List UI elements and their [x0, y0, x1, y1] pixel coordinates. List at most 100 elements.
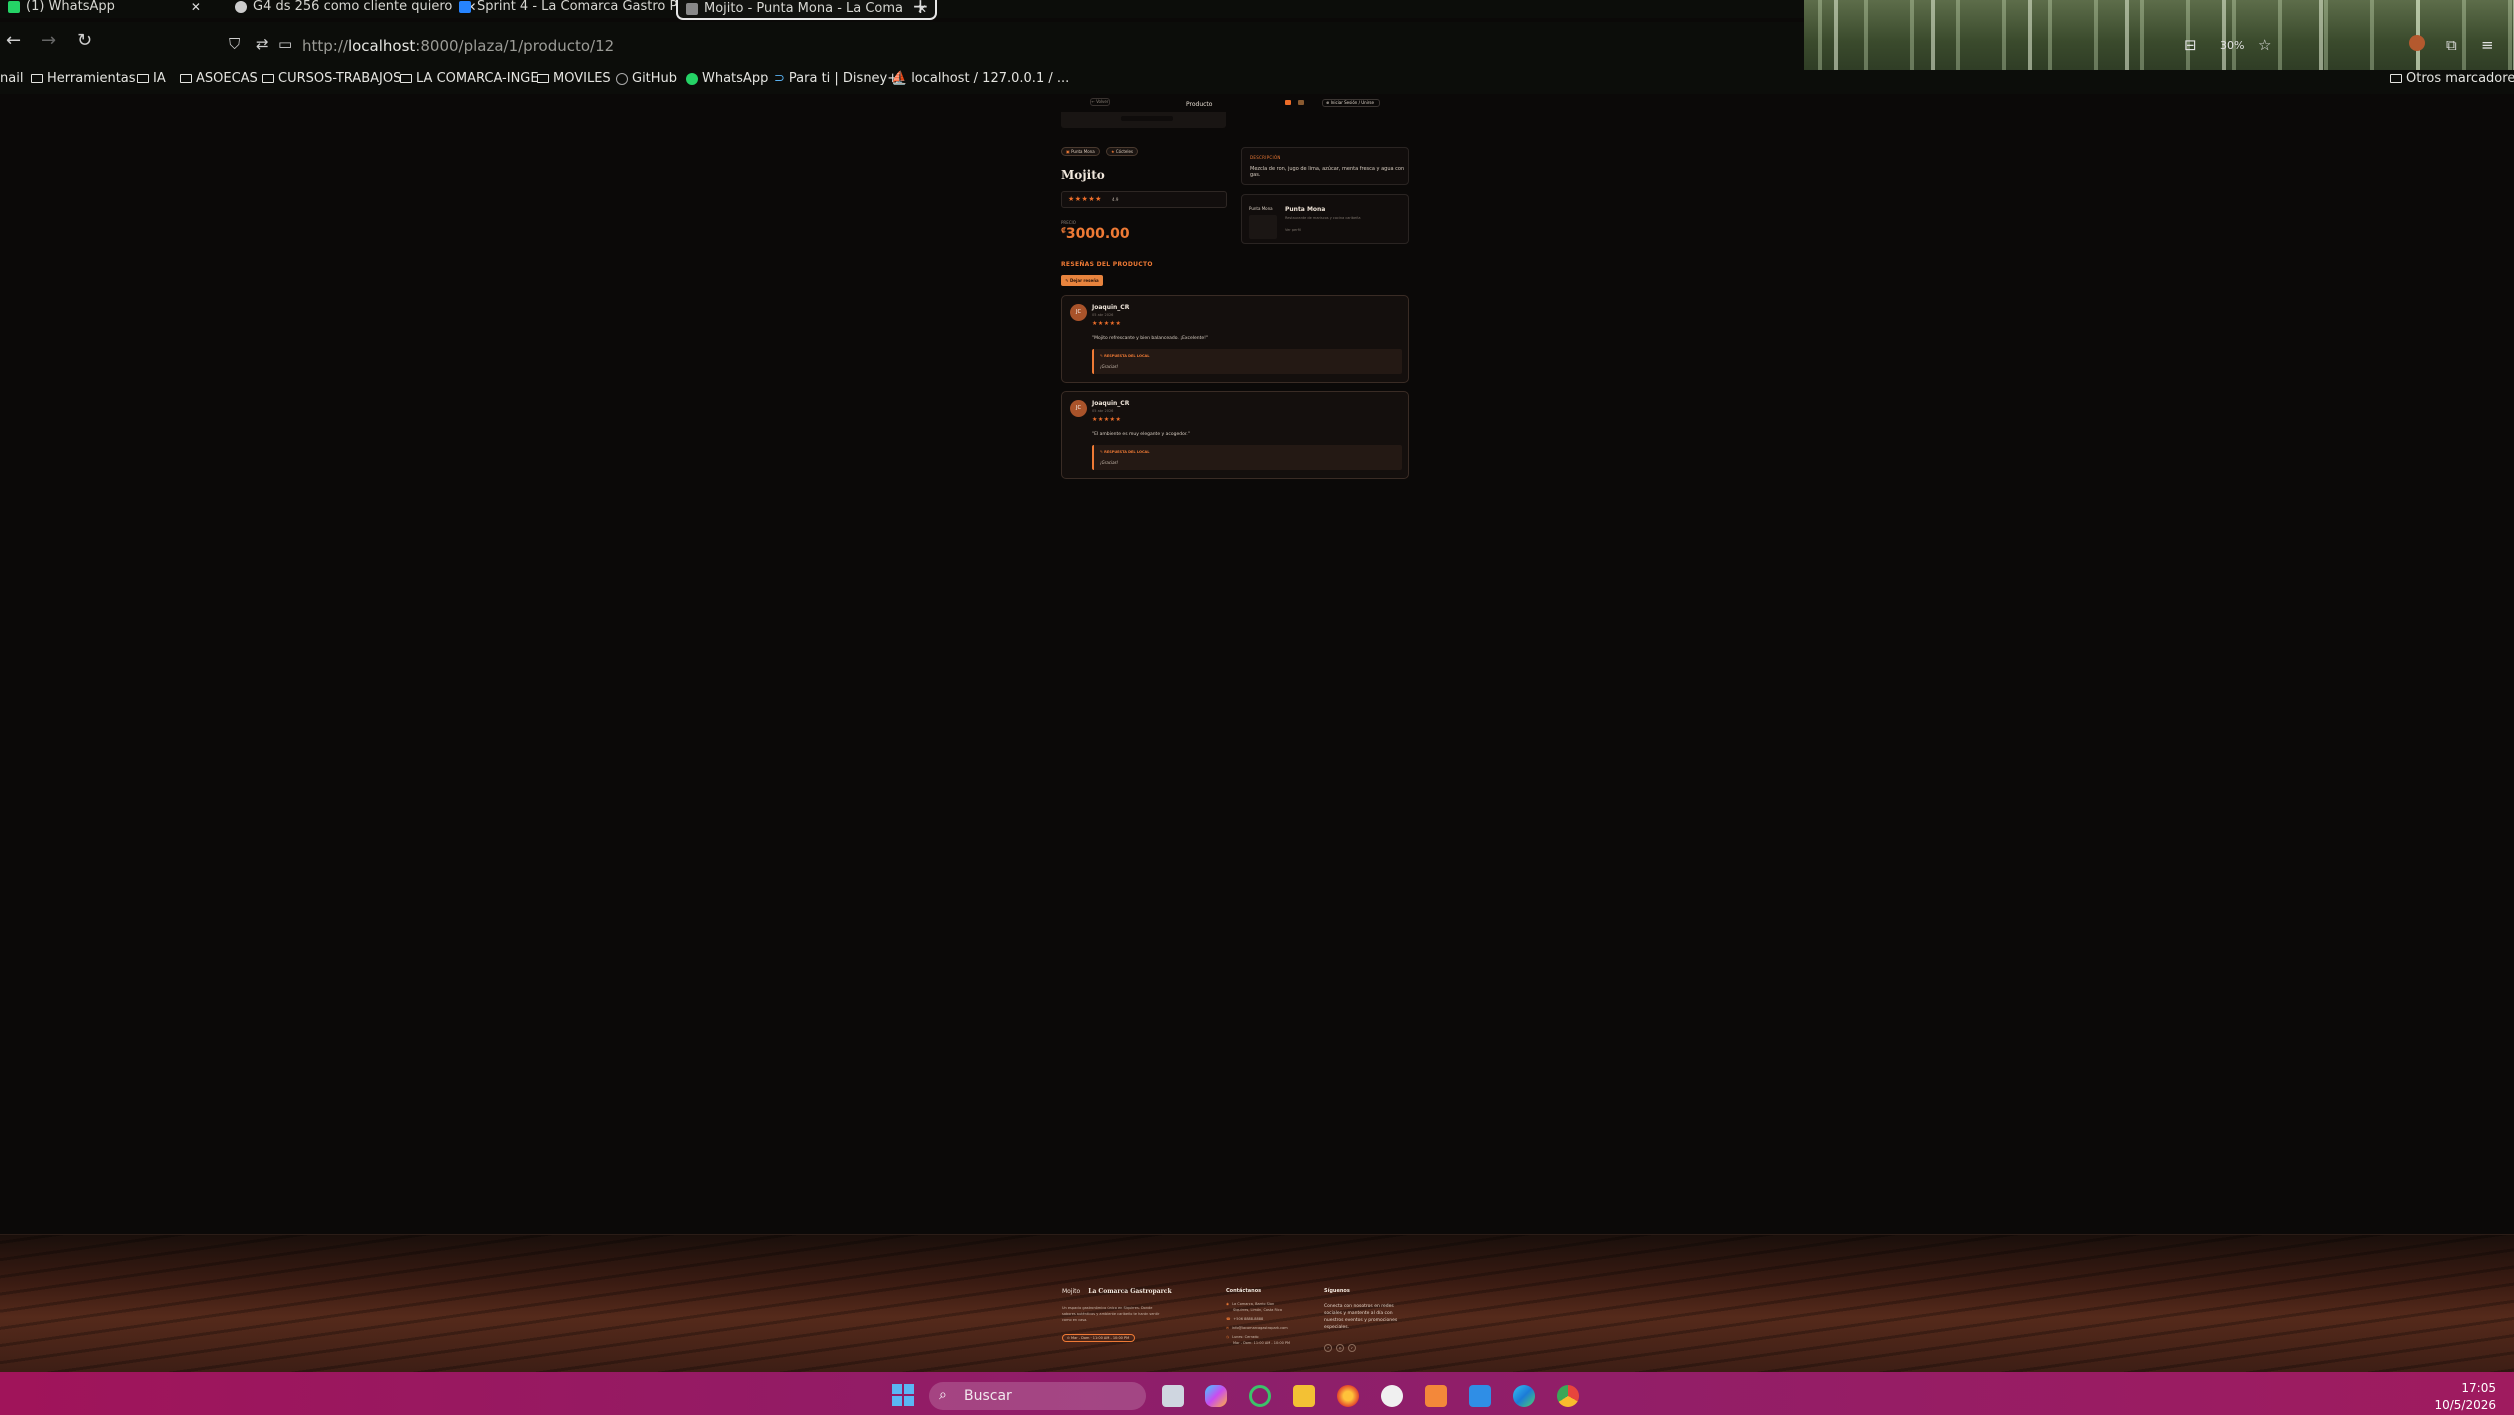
github-icon	[616, 72, 628, 85]
tab-github[interactable]: G4 ds 256 como cliente quiero ✕	[235, 0, 476, 14]
bookmark-other[interactable]: Otros marcadores	[2390, 71, 2514, 86]
windows-start-icon[interactable]	[892, 1384, 914, 1406]
review-date: 05 abr 2026	[1092, 313, 1114, 317]
phone-icon: ☎	[1226, 1317, 1231, 1321]
chrome-icon[interactable]	[1557, 1385, 1579, 1407]
review-date: 05 abr 2026	[1092, 409, 1114, 413]
new-tab-button[interactable]: +	[912, 0, 929, 18]
bookmark-label: GitHub	[632, 71, 678, 86]
product-name: Mojito	[1061, 168, 1105, 182]
folder-icon	[400, 74, 412, 83]
footer-contact-title: Contáctanos	[1226, 1288, 1262, 1294]
page-title: Producto	[1186, 101, 1213, 108]
copilot-icon[interactable]	[1205, 1385, 1227, 1407]
contact-line[interactable]: ☎ +506 8888-8888	[1226, 1317, 1263, 1321]
bookmark-mail[interactable]: nail	[0, 71, 23, 86]
address-bar[interactable]: http://localhost:8000/plaza/1/producto/1…	[302, 37, 614, 55]
url-path: :8000/plaza/1/producto/12	[415, 37, 615, 55]
back-button[interactable]: ← Volver	[1090, 98, 1110, 106]
chip-label: Cócteles	[1115, 149, 1133, 154]
navigation-bar	[0, 22, 1804, 70]
facebook-icon[interactable]: f	[1324, 1344, 1332, 1352]
bookmark-ia[interactable]: IA	[137, 71, 166, 86]
system-clock[interactable]: 17:05 10/5/2026	[2434, 1380, 2496, 1414]
forward-arrow-icon[interactable]: →	[41, 30, 56, 51]
reply-text: ¡Gracias!	[1100, 364, 1119, 369]
bookmark-herramientas[interactable]: Herramientas	[31, 71, 136, 86]
xbox-icon[interactable]	[1249, 1385, 1271, 1407]
menu-icon[interactable]: ≡	[2481, 36, 2494, 54]
reviews-title: RESEÑAS DEL PRODUCTO	[1061, 261, 1153, 268]
contact-text: Siquirres, Limón, Costa Rica	[1233, 1308, 1282, 1312]
price-label: PRECIO	[1061, 220, 1076, 225]
close-icon[interactable]: ✕	[191, 1, 201, 13]
github-icon	[235, 1, 247, 13]
bookmark-github[interactable]: GitHub	[616, 71, 677, 86]
bookmark-cursos[interactable]: CURSOS-TRABAJOS	[262, 71, 401, 86]
start-tile	[904, 1396, 914, 1406]
category-chip[interactable]: ★ Cócteles	[1106, 147, 1138, 156]
tab-mojito-active[interactable]: Mojito - Punta Mona - La Coma ✕	[676, 0, 938, 20]
tab-whatsapp[interactable]: (1) WhatsApp ✕	[8, 0, 201, 14]
location-card[interactable]: Punta Mona Punta Mona Restaurante de mar…	[1241, 194, 1409, 244]
image-caption-bar	[1121, 116, 1173, 121]
tab-jira[interactable]: Sprint 4 - La Comarca Gastro Pl ✕	[459, 0, 705, 14]
tab-label: (1) WhatsApp	[26, 0, 115, 14]
clock-time: 17:05	[2461, 1381, 2496, 1395]
xampp-icon[interactable]	[1425, 1385, 1447, 1407]
firefox-icon[interactable]	[1337, 1385, 1359, 1407]
contact-text: +506 8888-8888	[1233, 1317, 1264, 1321]
write-review-button[interactable]: ✎ Dejar reseña	[1061, 275, 1103, 286]
taskbar-search[interactable]: ⌕ Buscar	[929, 1382, 1146, 1410]
product-image	[1061, 112, 1226, 128]
footer-about: Un espacio gastronómico único en Siquirr…	[1062, 1306, 1160, 1322]
file-explorer-icon[interactable]	[1293, 1385, 1315, 1407]
github-desktop-icon[interactable]	[1381, 1385, 1403, 1407]
extensions-icon[interactable]: ⧉	[2446, 36, 2457, 54]
contact-text: Lunes: Cerrado	[1232, 1335, 1259, 1339]
language-icon[interactable]	[1298, 100, 1304, 105]
owner-reply: ✎ RESPUESTA DEL LOCAL ¡Gracias!	[1092, 445, 1402, 470]
footer-brand: Mojito La Comarca Gastroparck	[1062, 1288, 1172, 1295]
owner-reply: ✎ RESPUESTA DEL LOCAL ¡Gracias!	[1092, 349, 1402, 374]
vscode-icon[interactable]	[1469, 1385, 1491, 1407]
tiktok-icon[interactable]: ♪	[1348, 1344, 1356, 1352]
instagram-icon[interactable]: ◎	[1336, 1344, 1344, 1352]
bookmark-phpmyadmin[interactable]: ⛵ localhost / 127.0.0.1 / ...	[891, 71, 1069, 86]
bookmark-disney[interactable]: ⊃ Para ti | Disney+	[774, 71, 898, 86]
search-placeholder: Buscar	[964, 1388, 1012, 1404]
bookmark-whatsapp[interactable]: WhatsApp	[686, 71, 768, 86]
zoom-level[interactable]: 30%	[2220, 39, 2244, 52]
shield-icon[interactable]: ⛉	[229, 35, 240, 53]
task-view-icon[interactable]	[1162, 1385, 1184, 1407]
permissions-icon[interactable]: ⇄	[256, 35, 269, 53]
page-info-icon[interactable]: ▭	[278, 35, 292, 53]
clock-icon: ◷	[1226, 1335, 1230, 1339]
edge-icon[interactable]	[1513, 1385, 1535, 1407]
reader-mode-icon[interactable]: ⊟	[2184, 36, 2197, 54]
search-icon: ⌕	[939, 1387, 947, 1403]
rating-count: 4.9	[1112, 197, 1119, 202]
location-chip[interactable]: ▣ Punta Mona	[1061, 147, 1100, 156]
map-pin-icon: ◉	[1226, 1302, 1230, 1306]
bookmark-asoecas[interactable]: ASOECAS	[180, 71, 258, 86]
profile-avatar-icon[interactable]	[2409, 35, 2425, 51]
star-icon: ★	[1111, 149, 1115, 154]
reply-title: ✎ RESPUESTA DEL LOCAL	[1100, 450, 1150, 454]
back-arrow-icon[interactable]: ←	[6, 30, 21, 51]
bookmark-label: MOVILES	[553, 71, 611, 86]
location-link[interactable]: Ver perfil	[1285, 228, 1301, 232]
contact-line[interactable]: ✉ info@lacomarcagastropark.com	[1226, 1326, 1288, 1330]
star-bookmark-icon[interactable]: ☆	[2258, 36, 2271, 54]
whatsapp-icon	[686, 72, 698, 85]
bookmark-label: nail	[0, 71, 24, 86]
reload-icon[interactable]: ↻	[77, 30, 92, 51]
flag-icon[interactable]	[1285, 100, 1291, 105]
screen: (1) WhatsApp ✕ G4 ds 256 como cliente qu…	[0, 0, 2514, 1415]
store-icon: ▣	[1066, 149, 1070, 154]
bookmark-la-comarca[interactable]: LA COMARCA-INGE	[400, 71, 539, 86]
bookmark-label: localhost / 127.0.0.1 / ...	[911, 71, 1070, 86]
folder-icon	[2390, 74, 2402, 83]
bookmark-moviles[interactable]: MOVILES	[537, 71, 611, 86]
login-button[interactable]: ⊕ Iniciar Sesión / Unirse	[1322, 99, 1380, 107]
